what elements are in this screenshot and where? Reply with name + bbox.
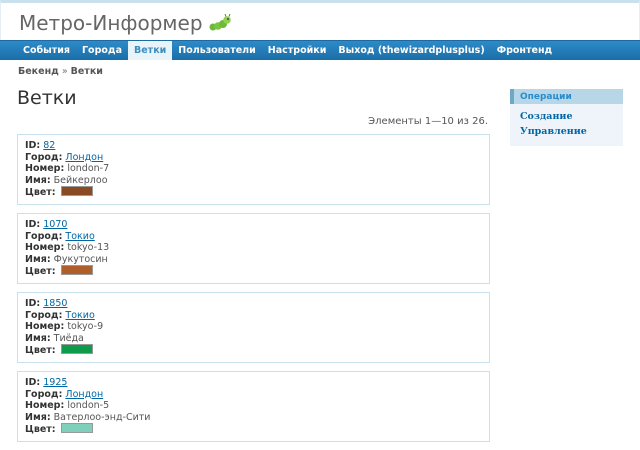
operations-sidebar: Операции Создание Управление <box>510 89 623 146</box>
item-number: london-5 <box>67 400 110 411</box>
menu-item-settings[interactable]: Настройки <box>262 41 333 60</box>
menu-item-lines[interactable]: Ветки <box>128 41 173 60</box>
item-number: tokyo-13 <box>67 242 110 253</box>
number-label: Номер: <box>25 400 65 411</box>
city-label: Город: <box>25 309 63 321</box>
number-label: Номер: <box>25 242 65 253</box>
name-label: Имя: <box>25 332 51 344</box>
color-label: Цвет: <box>25 345 56 356</box>
item-city-link[interactable]: Токио <box>65 310 94 321</box>
color-swatch <box>60 344 93 354</box>
list-item: ID: 1850 Город: Токио Номер: tokyo-9 Имя… <box>17 292 490 363</box>
list-item: ID: 1070 Город: Токио Номер: tokyo-13 Им… <box>17 213 490 284</box>
menu-item-events[interactable]: События <box>17 41 76 60</box>
color-swatch <box>60 265 93 275</box>
breadcrumb: Бекенд» Ветки <box>0 60 640 80</box>
name-label: Имя: <box>25 174 51 186</box>
site-title: Метро-Информер <box>19 11 203 35</box>
header: Метро-Информер <box>0 0 640 40</box>
id-label: ID: <box>25 219 41 230</box>
main-menu: События Города Ветки Пользователи Настро… <box>0 40 640 60</box>
item-city-link[interactable]: Токио <box>65 231 94 242</box>
number-label: Номер: <box>25 321 65 332</box>
main-content: Ветки Элементы 1—10 из 26. ID: 82 Город:… <box>17 86 490 450</box>
list-summary: Элементы 1—10 из 26. <box>368 116 488 127</box>
item-name: Ватерлоо-энд-Сити <box>53 411 151 423</box>
name-label: Имя: <box>25 253 51 265</box>
item-id-link[interactable]: 82 <box>43 140 55 151</box>
breadcrumb-current: Ветки <box>70 66 103 77</box>
menu-item-cities[interactable]: Города <box>76 41 128 60</box>
city-label: Город: <box>25 230 63 242</box>
item-id-link[interactable]: 1070 <box>43 219 67 230</box>
operations-menu: Создание Управление <box>510 104 623 146</box>
operations-title: Операции <box>510 89 623 104</box>
list-item: ID: 1925 Город: Лондон Номер: london-5 И… <box>17 371 490 442</box>
id-label: ID: <box>25 140 41 151</box>
item-city-link[interactable]: Лондон <box>65 152 103 163</box>
breadcrumb-separator: » <box>61 66 68 77</box>
site-logo[interactable]: Метро-Информер <box>19 11 231 35</box>
menu-item-logout[interactable]: Выход (thewizardplusplus) <box>332 41 490 60</box>
list-item: ID: 82 Город: Лондон Номер: london-7 Имя… <box>17 134 490 205</box>
manage-link[interactable]: Управление <box>520 124 623 139</box>
number-label: Номер: <box>25 163 65 174</box>
menu-item-users[interactable]: Пользователи <box>172 41 261 60</box>
color-label: Цвет: <box>25 424 56 435</box>
page: Метро-Информер События Города Ветки Поль… <box>0 0 640 442</box>
menu-item-frontend[interactable]: Фронтенд <box>491 41 559 60</box>
item-name: Бейкерлоо <box>53 174 108 186</box>
id-label: ID: <box>25 377 41 388</box>
create-link[interactable]: Создание <box>520 109 623 124</box>
id-label: ID: <box>25 298 41 309</box>
color-swatch <box>60 186 93 196</box>
item-name: Фукутосин <box>53 253 108 265</box>
item-id-link[interactable]: 1925 <box>43 377 67 388</box>
item-id-link[interactable]: 1850 <box>43 298 67 309</box>
item-name: Тиёда <box>53 332 84 344</box>
page-title: Ветки <box>17 87 77 109</box>
breadcrumb-parent[interactable]: Бекенд <box>18 66 59 77</box>
color-swatch <box>60 423 93 433</box>
name-label: Имя: <box>25 411 51 423</box>
color-label: Цвет: <box>25 187 56 198</box>
item-number: london-7 <box>67 163 110 174</box>
city-label: Город: <box>25 388 63 400</box>
item-number: tokyo-9 <box>67 321 104 332</box>
item-city-link[interactable]: Лондон <box>65 389 103 400</box>
color-label: Цвет: <box>25 266 56 277</box>
caterpillar-icon <box>209 14 231 31</box>
city-label: Город: <box>25 151 63 163</box>
